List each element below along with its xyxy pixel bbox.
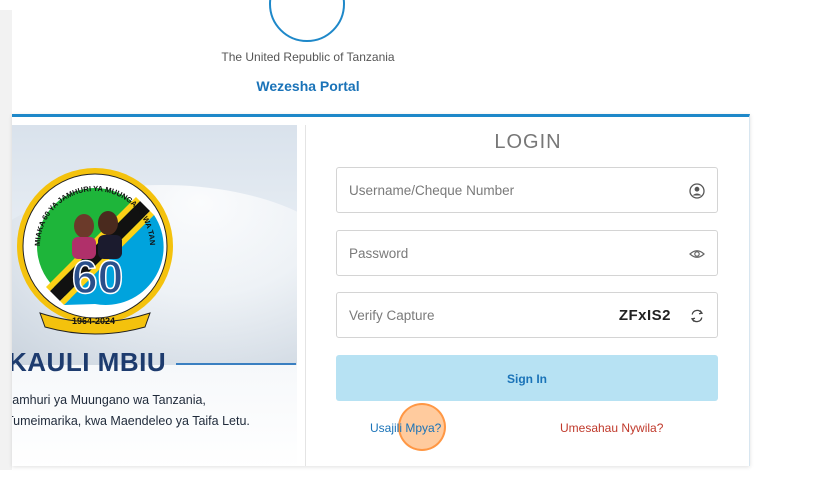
slogan-title: KAULI MBIU [12, 347, 167, 377]
password-field[interactable]: Password [336, 230, 718, 276]
login-card: 60 MIAKA 60 YA JAMHURI YA MUUNGANO WA TA… [12, 114, 750, 466]
hero-banner: 60 MIAKA 60 YA JAMHURI YA MUUNGANO WA TA… [12, 125, 297, 466]
captcha-field[interactable]: Verify Capture ZFxIS2 [336, 292, 718, 338]
emblem-number: 60 [72, 251, 123, 303]
sign-in-button[interactable]: Sign In [336, 355, 718, 401]
login-title: LOGIN [494, 131, 562, 153]
forgot-password-link[interactable]: Umesahau Nywila? [560, 421, 663, 435]
eye-icon[interactable] [689, 246, 705, 262]
login-form: LOGIN Username/Cheque Number Password Ve… [336, 117, 720, 466]
slogan-line-1: Jamhuri ya Muungano wa Tanzania, [12, 393, 206, 407]
country-name: The United Republic of Tanzania [221, 50, 395, 64]
register-link[interactable]: Usajili Mpya? [370, 421, 441, 435]
portal-name: Wezesha Portal [256, 78, 360, 94]
slogan-line-2: Tumeimarika, kwa Maendeleo ya Taifa Letu… [12, 414, 250, 428]
left-edge-background [0, 10, 12, 470]
refresh-icon[interactable] [689, 308, 705, 324]
username-placeholder: Username/Cheque Number [349, 183, 515, 198]
username-field[interactable]: Username/Cheque Number [336, 167, 718, 213]
captcha-code: ZFxIS2 [618, 307, 671, 324]
coat-of-arms-emblem [269, 0, 345, 42]
user-circle-icon [689, 183, 705, 199]
slogan-underline [176, 363, 296, 365]
card-divider [305, 125, 306, 466]
anniversary-logo-icon: 60 MIAKA 60 YA JAMHURI YA MUUNGANO WA TA… [12, 151, 173, 335]
password-placeholder: Password [349, 246, 409, 261]
header: The United Republic of Tanzania Wezesha … [0, 0, 821, 115]
slogan-text: Jamhuri ya Muungano wa Tanzania, Tumeima… [12, 390, 250, 432]
emblem-years: 1964-2024 [72, 316, 115, 326]
captcha-placeholder: Verify Capture [349, 308, 435, 323]
